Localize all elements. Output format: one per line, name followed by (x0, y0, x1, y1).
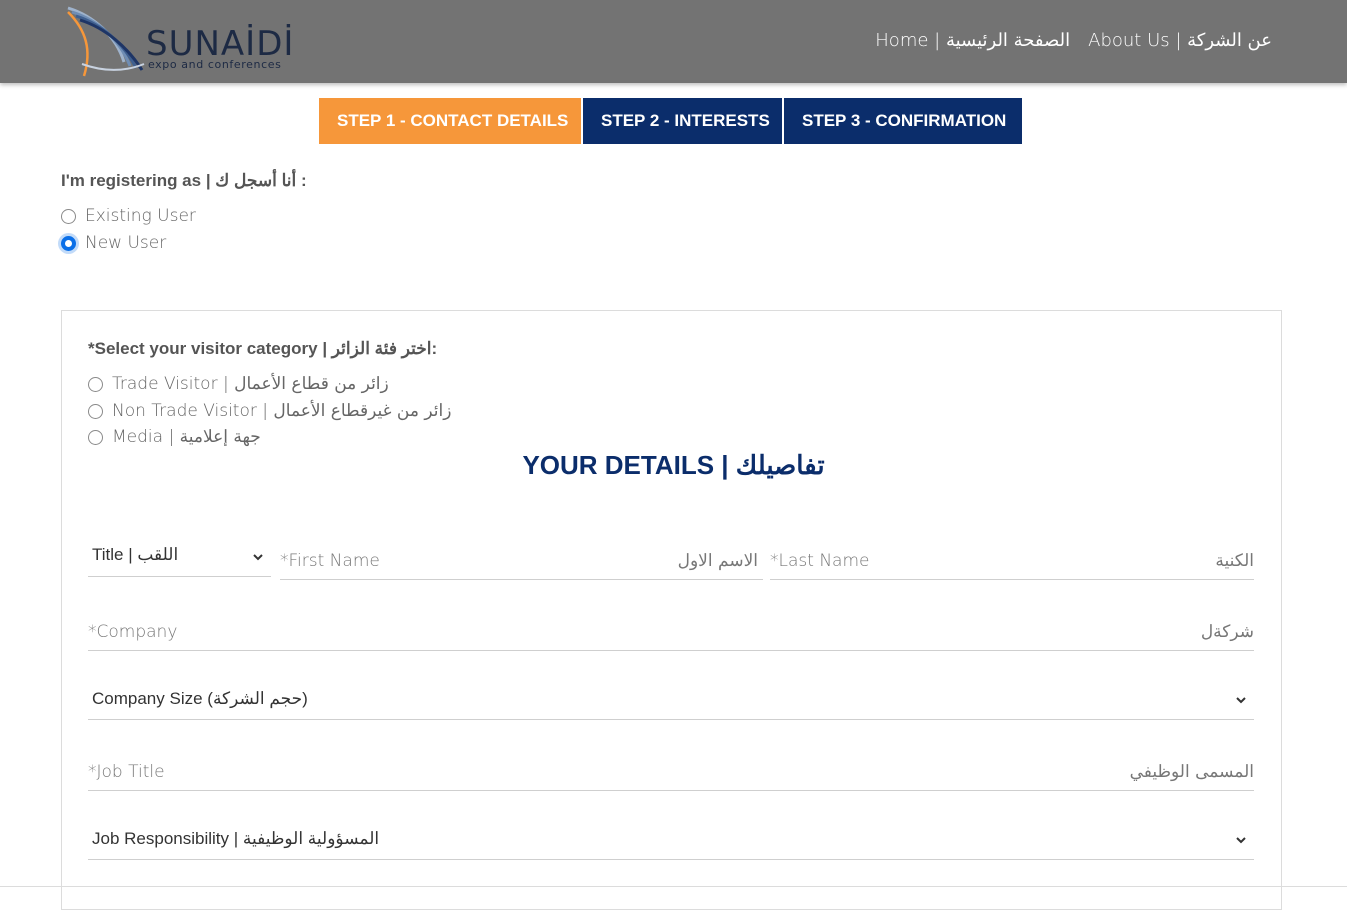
nav-about-link[interactable]: About Us | عن الشركة (1088, 30, 1272, 51)
step-confirmation[interactable]: STEP 3 - CONFIRMATION (784, 98, 1022, 144)
trade-visitor-option[interactable]: Trade Visitor | زائر من قطاع الأعمال (88, 374, 389, 394)
trade-visitor-label: Trade Visitor | زائر من قطاع الأعمال (112, 374, 389, 394)
company-size-value: Company Size (حجم الشركة) (92, 689, 308, 708)
job-responsibility-value: Job Responsibility | المسؤولية الوظيفية (92, 829, 380, 848)
media-radio[interactable] (88, 429, 103, 445)
non-trade-visitor-label: Non Trade Visitor | زائر من غيرقطاع الأع… (112, 401, 452, 421)
step-contact-details[interactable]: STEP 1 - CONTACT DETAILS (319, 98, 581, 144)
logo-swoosh-icon (67, 6, 145, 77)
page-divider (0, 886, 1347, 887)
sunaidi-logo[interactable]: SUNAİDİ expo and conferences (64, 6, 334, 80)
first-name-placeholder-ar: الاسم الاول (677, 551, 758, 571)
new-user-radio[interactable] (61, 235, 76, 251)
job-title-placeholder-ar: المسمى الوظيفي (1129, 762, 1254, 782)
visitor-category-label: *Select your visitor category | اختر فئة… (88, 339, 438, 358)
top-nav: Home | الصفحة الرئيسية About Us | عن الش… (875, 30, 1272, 51)
step-interests[interactable]: STEP 2 - INTERESTS (583, 98, 782, 144)
job-responsibility-select[interactable]: Job Responsibility | المسؤولية الوظيفية (88, 818, 1254, 860)
company-placeholder-ar: شركةل (1200, 622, 1254, 642)
company-size-select[interactable]: Company Size (حجم الشركة) (88, 678, 1254, 720)
last-name-field[interactable]: *Last Name الكنية (770, 540, 1254, 580)
your-details-heading: YOUR DETAILS | تفاصيلك (522, 450, 825, 480)
non-trade-visitor-option[interactable]: Non Trade Visitor | زائر من غيرقطاع الأع… (88, 401, 451, 421)
non-trade-visitor-radio[interactable] (88, 403, 103, 419)
existing-user-label: Existing User (85, 206, 196, 226)
first-name-field[interactable]: *First Name الاسم الاول (280, 540, 763, 580)
chevron-down-icon (1236, 837, 1246, 844)
nav-home-link[interactable]: Home | الصفحة الرئيسية (875, 30, 1070, 51)
registration-steps: STEP 1 - CONTACT DETAILS STEP 2 - INTERE… (319, 98, 1022, 144)
media-label: Media | جهة إعلامية (112, 427, 261, 447)
last-name-placeholder: *Last Name (770, 551, 870, 571)
top-header: SUNAİDİ expo and conferences Home | الصف… (0, 0, 1347, 83)
registering-as-label: I'm registering as | أنا أسجل ك : (61, 171, 307, 190)
existing-user-radio[interactable] (61, 208, 76, 224)
logo-wordmark: SUNAİDİ (146, 24, 295, 64)
new-user-option[interactable]: New User (61, 233, 166, 253)
title-select-value: Title | اللقب (92, 545, 179, 564)
chevron-down-icon (253, 554, 263, 561)
chevron-down-icon (1236, 697, 1246, 704)
first-name-placeholder: *First Name (280, 551, 380, 571)
company-placeholder: *Company (88, 622, 178, 642)
trade-visitor-radio[interactable] (88, 376, 103, 392)
last-name-placeholder-ar: الكنية (1215, 551, 1254, 571)
existing-user-option[interactable]: Existing User (61, 206, 196, 226)
job-title-placeholder: *Job Title (88, 762, 165, 782)
logo-tagline: expo and conferences (148, 58, 282, 71)
company-field[interactable]: *Company شركةل (88, 611, 1254, 651)
title-select[interactable]: Title | اللقب (88, 537, 271, 577)
new-user-label: New User (85, 233, 167, 253)
job-title-field[interactable]: *Job Title المسمى الوظيفي (88, 751, 1254, 791)
media-option[interactable]: Media | جهة إعلامية (88, 427, 261, 447)
